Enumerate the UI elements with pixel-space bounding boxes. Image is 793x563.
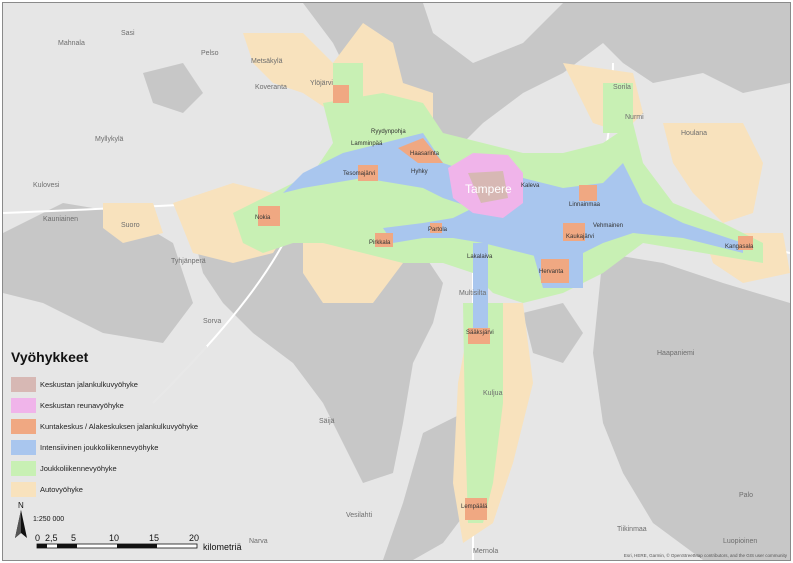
- svg-text:Haapaniemi: Haapaniemi: [657, 350, 695, 357]
- map-frame: Mahnala Sasi Pelso Metsäkylä Ylöjärvi Ko…: [2, 2, 791, 561]
- scale-tick: 15: [149, 533, 159, 543]
- svg-text:Kauniainen: Kauniainen: [43, 216, 78, 223]
- svg-text:Pirkkala: Pirkkala: [369, 240, 391, 246]
- scale-tick: 2,5: [45, 533, 58, 543]
- svg-text:Lakalaiva: Lakalaiva: [467, 254, 493, 260]
- svg-text:Linnainmaa: Linnainmaa: [569, 202, 601, 208]
- svg-text:Mernola: Mernola: [473, 548, 498, 555]
- legend-title: Vyöhykkeet: [11, 349, 89, 365]
- scale-tick: 5: [71, 533, 76, 543]
- legend-label: Kuntakeskus / Alakeskuksen jalankulkuvyö…: [40, 422, 199, 431]
- svg-text:Partola: Partola: [428, 227, 448, 233]
- legend-item: Keskustan jalankulkuvyöhyke: [11, 377, 207, 393]
- north-label: N: [18, 501, 24, 510]
- scale-bar: N 1:250 000 0 2,5 5 10 15 20 kilometriä: [15, 501, 242, 552]
- legend-swatch: [11, 398, 36, 413]
- svg-text:Multisilta: Multisilta: [459, 290, 486, 297]
- svg-text:Haasarinta: Haasarinta: [410, 151, 440, 157]
- legend-item: Kuntakeskus / Alakeskuksen jalankulkuvyö…: [11, 419, 207, 435]
- svg-text:Nokia: Nokia: [255, 215, 271, 221]
- svg-text:Lamminpää: Lamminpää: [351, 141, 383, 147]
- legend-item: Intensiivinen joukkoliikennevyöhyke: [11, 440, 207, 456]
- svg-text:Lempäälä: Lempäälä: [461, 504, 488, 510]
- map-attribution: Esri, HERE, Garmin, © OpenStreetMap cont…: [623, 553, 787, 558]
- svg-text:Pelso: Pelso: [201, 50, 219, 57]
- legend-swatch: [11, 482, 36, 497]
- svg-text:Hervanta: Hervanta: [539, 269, 564, 275]
- svg-text:Metsäkylä: Metsäkylä: [251, 58, 283, 65]
- north-arrow-icon: [15, 510, 27, 538]
- legend-label: Keskustan jalankulkuvyöhyke: [40, 380, 138, 389]
- scale-tick: 0: [35, 533, 40, 543]
- svg-text:Suoro: Suoro: [121, 222, 140, 229]
- svg-text:Vehmainen: Vehmainen: [593, 223, 623, 229]
- scale-ticks: 0 2,5 5 10 15 20: [35, 533, 199, 543]
- svg-text:Sasi: Sasi: [121, 30, 135, 37]
- legend-item: Keskustan reunavyöhyke: [11, 398, 207, 414]
- svg-text:Ylöjärvi: Ylöjärvi: [310, 80, 333, 87]
- svg-text:Säijä: Säijä: [319, 418, 335, 425]
- svg-text:Houlana: Houlana: [681, 130, 707, 137]
- scale-unit: kilometriä: [203, 542, 242, 552]
- svg-text:Nurmi: Nurmi: [625, 114, 644, 121]
- legend-label: Autovyöhyke: [40, 485, 83, 494]
- svg-text:Vesilahti: Vesilahti: [346, 512, 373, 519]
- svg-text:Tiikinmaa: Tiikinmaa: [617, 526, 647, 533]
- svg-text:Myllykylä: Myllykylä: [95, 136, 123, 143]
- legend-swatch: [11, 377, 36, 392]
- svg-text:Kangasala: Kangasala: [725, 244, 754, 250]
- legend-item: Autovyöhyke: [11, 482, 207, 498]
- svg-text:Tampere: Tampere: [465, 182, 512, 196]
- svg-text:Palo: Palo: [739, 492, 753, 499]
- svg-text:Koveranta: Koveranta: [255, 84, 287, 91]
- svg-text:Mahnala: Mahnala: [58, 40, 85, 47]
- legend-swatch: [11, 461, 36, 476]
- scale-tick: 10: [109, 533, 119, 543]
- scale-tick: 20: [189, 533, 199, 543]
- svg-text:Sorva: Sorva: [203, 318, 221, 325]
- svg-text:Kuljua: Kuljua: [483, 390, 503, 397]
- legend-item: Joukkoliikennevyöhyke: [11, 461, 207, 477]
- svg-text:Luopioinen: Luopioinen: [723, 538, 757, 545]
- scale-ratio: 1:250 000: [33, 516, 64, 523]
- svg-text:Tesomajärvi: Tesomajärvi: [343, 171, 375, 177]
- svg-text:Kaleva: Kaleva: [521, 183, 540, 189]
- svg-text:Tyhjänperä: Tyhjänperä: [171, 258, 206, 265]
- scale-bar-segments: [36, 543, 198, 549]
- svg-text:Sääksjärvi: Sääksjärvi: [466, 330, 494, 336]
- legend-panel: Vyöhykkeet Keskustan jalankulkuvyöhyke K…: [7, 346, 207, 498]
- legend-label: Keskustan reunavyöhyke: [40, 401, 124, 410]
- legend-swatch: [11, 419, 36, 434]
- svg-text:Hyhky: Hyhky: [411, 169, 428, 175]
- legend-label: Intensiivinen joukkoliikennevyöhyke: [40, 443, 159, 452]
- svg-text:Kaukajärvi: Kaukajärvi: [566, 234, 594, 240]
- svg-text:Ryydynpohja: Ryydynpohja: [371, 129, 406, 135]
- legend-label: Joukkoliikennevyöhyke: [40, 464, 117, 473]
- svg-text:Sorila: Sorila: [613, 84, 631, 91]
- legend-swatch: [11, 440, 36, 455]
- svg-text:Kulovesi: Kulovesi: [33, 182, 60, 189]
